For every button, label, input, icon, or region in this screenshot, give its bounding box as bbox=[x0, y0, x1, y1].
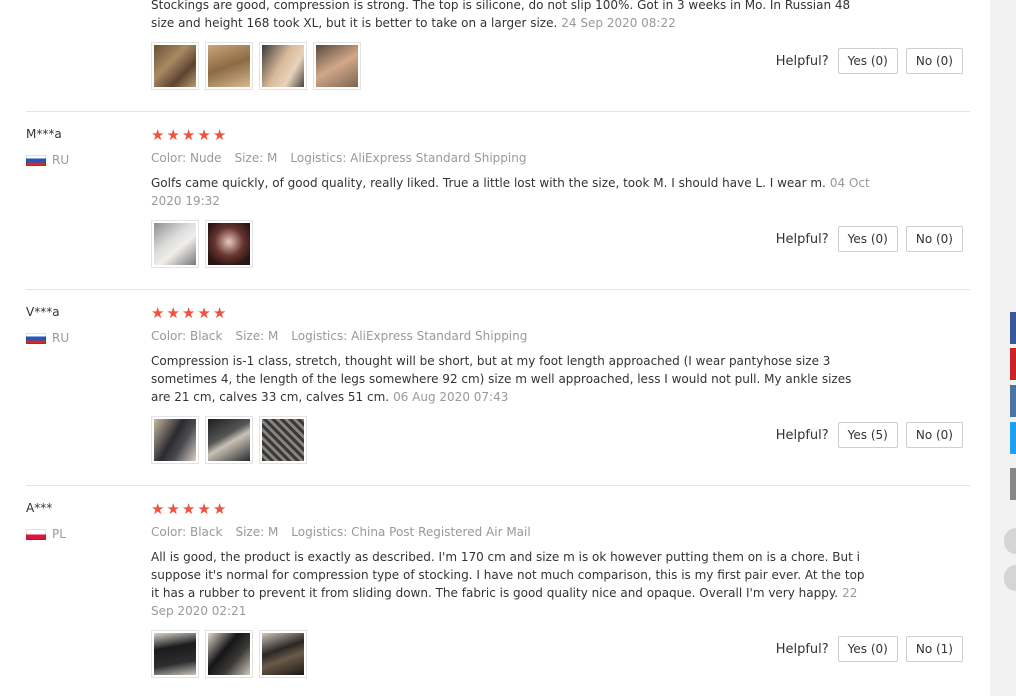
review-size: Size: M bbox=[234, 151, 278, 165]
star-icon: ★ bbox=[212, 500, 227, 518]
star-icon: ★ bbox=[212, 126, 227, 144]
review-color: Color: Black bbox=[151, 525, 223, 539]
review-photo[interactable] bbox=[259, 42, 307, 90]
star-rating: ★ ★ ★ ★ ★ bbox=[151, 501, 226, 517]
helpful-no-button[interactable]: No (0) bbox=[905, 422, 963, 448]
review-item: M***a RU ★ ★ ★ ★ ★ Color: Nude Size: M Logisti… bbox=[0, 112, 990, 289]
star-icon: ★ bbox=[181, 304, 196, 322]
review-photo[interactable] bbox=[151, 42, 199, 90]
reviewer-country: PL bbox=[26, 527, 86, 541]
review-photo[interactable] bbox=[205, 630, 253, 678]
review-date: 06 Aug 2020 07:43 bbox=[393, 390, 509, 404]
star-icon: ★ bbox=[166, 304, 180, 322]
helpful-yes-button[interactable]: Yes (0) bbox=[837, 226, 898, 252]
star-icon: ★ bbox=[197, 304, 211, 322]
review-text: Golfs came quickly, of good quality, rea… bbox=[151, 176, 870, 208]
star-icon: ★ bbox=[166, 500, 180, 518]
review-photos bbox=[151, 416, 307, 464]
review-photo[interactable] bbox=[151, 220, 199, 268]
review-photos bbox=[151, 220, 253, 268]
more-share-button[interactable] bbox=[1010, 468, 1016, 500]
twitter-share-button[interactable] bbox=[1010, 422, 1016, 454]
reviewer-name: A*** bbox=[26, 501, 53, 515]
helpful-label: Helpful? bbox=[775, 427, 829, 443]
helpful-controls: Helpful? Yes (0) No (0) bbox=[776, 226, 963, 252]
star-rating: ★ ★ ★ ★ ★ bbox=[151, 305, 226, 321]
review-text: Stockings are good, compression is stron… bbox=[151, 0, 851, 30]
review-photos bbox=[151, 630, 307, 678]
review-logistics: Logistics: China Post Registered Air Mai… bbox=[291, 525, 531, 539]
review-text: Compression is-1 class, stretch, thought… bbox=[151, 354, 852, 404]
star-icon: ★ bbox=[151, 304, 165, 322]
review-photo[interactable] bbox=[259, 630, 307, 678]
review-item: Stockings are good, compression is stron… bbox=[0, 0, 990, 111]
review-date: 24 Sep 2020 08:22 bbox=[561, 16, 676, 30]
review-logistics: Logistics: AliExpress Standard Shipping bbox=[290, 151, 527, 165]
pinterest-share-button[interactable] bbox=[1010, 348, 1016, 380]
review-photos bbox=[151, 42, 361, 90]
helpful-controls: Helpful? Yes (0) No (1) bbox=[776, 636, 963, 662]
review-photo[interactable] bbox=[205, 220, 253, 268]
helpful-no-button[interactable]: No (1) bbox=[905, 636, 963, 662]
vk-share-button[interactable] bbox=[1010, 385, 1016, 417]
helpful-controls: Helpful? Yes (0) No (0) bbox=[776, 48, 963, 74]
review-photo[interactable] bbox=[205, 416, 253, 464]
reviewer-name: V***a bbox=[26, 305, 60, 319]
review-photo[interactable] bbox=[313, 42, 361, 90]
star-icon: ★ bbox=[166, 126, 180, 144]
review-size: Size: M bbox=[235, 329, 279, 343]
helpful-no-button[interactable]: No (0) bbox=[905, 48, 963, 74]
reviewer-country: RU bbox=[26, 331, 86, 345]
russia-flag-icon bbox=[26, 155, 46, 166]
scroll-top-button[interactable] bbox=[1004, 528, 1016, 554]
star-icon: ★ bbox=[197, 126, 211, 144]
review-meta: Color: Nude Size: M Logistics: AliExpress … bbox=[151, 151, 539, 165]
russia-flag-icon bbox=[26, 333, 46, 344]
helpful-label: Helpful? bbox=[775, 53, 829, 69]
review-color: Color: Nude bbox=[151, 151, 222, 165]
review-size: Size: M bbox=[235, 525, 279, 539]
star-icon: ★ bbox=[197, 500, 211, 518]
review-color: Color: Black bbox=[151, 329, 223, 343]
review-photo[interactable] bbox=[151, 416, 199, 464]
review-photo[interactable] bbox=[151, 630, 199, 678]
reviewer-country: RU bbox=[26, 153, 86, 167]
helpful-no-button[interactable]: No (0) bbox=[905, 226, 963, 252]
star-icon: ★ bbox=[181, 500, 196, 518]
review-logistics: Logistics: AliExpress Standard Shipping bbox=[291, 329, 528, 343]
review-photo[interactable] bbox=[205, 42, 253, 90]
review-text: All is good, the product is exactly as d… bbox=[151, 550, 865, 618]
feedback-button[interactable] bbox=[1004, 565, 1016, 591]
review-meta: Color: Black Size: M Logistics: AliExpress… bbox=[151, 329, 540, 343]
social-share-bar bbox=[1008, 0, 1016, 696]
star-icon: ★ bbox=[181, 126, 196, 144]
helpful-label: Helpful? bbox=[775, 641, 829, 657]
helpful-yes-button[interactable]: Yes (0) bbox=[837, 636, 898, 662]
review-photo[interactable] bbox=[259, 416, 307, 464]
review-item: V***a RU ★ ★ ★ ★ ★ Color: Black Size: M Logist… bbox=[0, 290, 990, 485]
reviewer-name: M***a bbox=[26, 127, 62, 141]
facebook-share-button[interactable] bbox=[1010, 312, 1016, 344]
star-icon: ★ bbox=[212, 304, 227, 322]
poland-flag-icon bbox=[26, 529, 46, 540]
helpful-yes-button[interactable]: Yes (5) bbox=[837, 422, 898, 448]
helpful-controls: Helpful? Yes (5) No (0) bbox=[776, 422, 963, 448]
reviews-panel: Stockings are good, compression is stron… bbox=[0, 0, 990, 696]
star-icon: ★ bbox=[151, 500, 165, 518]
helpful-label: Helpful? bbox=[775, 231, 829, 247]
review-meta: Color: Black Size: M Logistics: China Post… bbox=[151, 525, 544, 539]
star-rating: ★ ★ ★ ★ ★ bbox=[151, 127, 226, 143]
review-item: A*** PL ★ ★ ★ ★ ★ Color: Black Size: M Logisti… bbox=[0, 486, 990, 696]
star-icon: ★ bbox=[151, 126, 165, 144]
helpful-yes-button[interactable]: Yes (0) bbox=[837, 48, 898, 74]
